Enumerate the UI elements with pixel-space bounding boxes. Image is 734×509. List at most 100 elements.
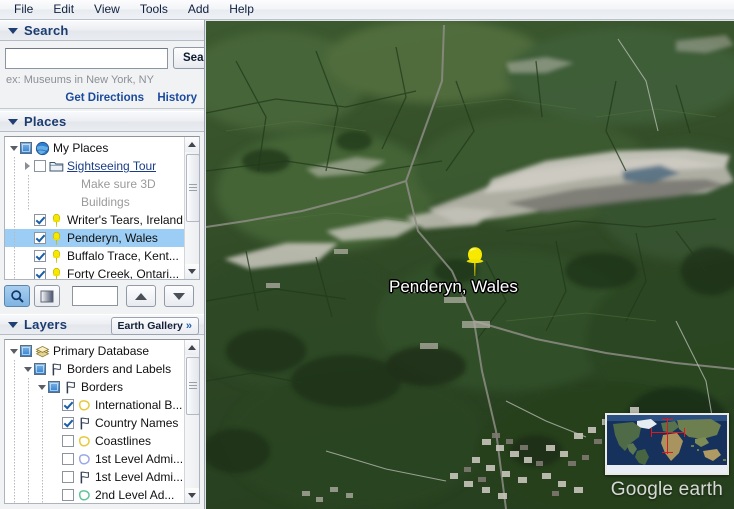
polygon-yellow-icon — [77, 398, 92, 413]
tree-connector-line — [14, 432, 15, 450]
layers-row[interactable]: Country Names — [5, 414, 184, 432]
move-down-button[interactable] — [164, 285, 194, 307]
tree-connector-line — [28, 450, 29, 468]
places-panel-header[interactable]: Places — [0, 111, 204, 132]
layer-checkbox[interactable] — [62, 435, 74, 447]
polygon-blue-icon — [77, 452, 92, 467]
layer-checkbox[interactable] — [62, 453, 74, 465]
polygon-blue-icon — [78, 453, 90, 465]
tree-connector-line — [28, 432, 29, 450]
collapse-triangle-icon[interactable] — [8, 118, 18, 125]
places-row[interactable]: Writer's Tears, Ireland — [5, 211, 184, 229]
expander-open-icon[interactable] — [9, 346, 20, 357]
crosshair-tick-left — [651, 428, 652, 437]
places-row[interactable]: Buffalo Trace, Kent... — [5, 247, 184, 265]
layer-checkbox[interactable] — [20, 345, 32, 357]
layer-checkbox[interactable] — [34, 363, 46, 375]
places-row[interactable]: Sightseeing Tour — [5, 157, 184, 175]
scroll-down-button[interactable] — [185, 264, 199, 279]
menu-item-file[interactable]: File — [5, 0, 42, 19]
layers-tree[interactable]: Primary Database Borders and Labels Border… — [5, 340, 184, 503]
expander-open-icon[interactable] — [37, 382, 48, 393]
earth-gallery-label: Earth Gallery — [117, 320, 183, 332]
layers-row[interactable]: International B... — [5, 396, 184, 414]
move-up-button[interactable] — [126, 285, 156, 307]
logo-text: Google earth — [610, 479, 723, 500]
tree-connector-line — [14, 360, 15, 378]
expander-closed-icon[interactable] — [23, 161, 34, 172]
layer-checkbox[interactable] — [20, 142, 32, 154]
layers-row[interactable]: Borders — [5, 378, 184, 396]
layer-checkbox[interactable] — [34, 214, 46, 226]
menu-item-tools[interactable]: Tools — [131, 0, 177, 19]
scroll-up-button[interactable] — [185, 137, 199, 152]
layers-panel-header[interactable]: Layers Earth Gallery » — [0, 314, 204, 335]
search-button[interactable]: Search — [173, 47, 204, 69]
tree-connector-line — [14, 396, 15, 414]
tree-connector-line — [14, 486, 15, 503]
get-directions-link[interactable]: Get Directions — [65, 92, 144, 104]
places-row[interactable]: My Places — [5, 139, 184, 157]
polygon-yellow-icon — [77, 434, 92, 449]
layer-checkbox[interactable] — [34, 160, 46, 172]
places-tree[interactable]: My Places Sightseeing Tour Make sure 3D Bui… — [5, 137, 184, 279]
places-row[interactable]: Make sure 3D — [5, 175, 184, 193]
earth-gallery-button[interactable]: Earth Gallery » — [110, 317, 199, 335]
layer-checkbox[interactable] — [34, 250, 46, 262]
collapse-triangle-icon[interactable] — [8, 27, 18, 34]
search-input[interactable] — [5, 47, 168, 69]
database-icon — [35, 344, 50, 359]
layer-checkbox[interactable] — [62, 471, 74, 483]
layers-scrollbar[interactable] — [184, 340, 199, 503]
overview-map[interactable] — [605, 413, 729, 475]
menu-item-view[interactable]: View — [85, 0, 129, 19]
places-scrollbar[interactable] — [184, 137, 199, 279]
menu-item-edit[interactable]: Edit — [44, 0, 83, 19]
yellow-pushpin-icon[interactable] — [462, 246, 488, 278]
tree-connector-line — [42, 450, 43, 468]
places-row[interactable]: Penderyn, Wales — [5, 229, 184, 247]
places-opacity-field[interactable] — [72, 286, 118, 306]
scrollbar-thumb[interactable] — [186, 357, 199, 415]
layers-row[interactable]: Borders and Labels — [5, 360, 184, 378]
collapse-triangle-icon[interactable] — [8, 321, 18, 328]
search-links: Get Directions History — [5, 90, 199, 104]
layer-checkbox[interactable] — [34, 268, 46, 279]
menu-item-add[interactable]: Add — [179, 0, 218, 19]
menu-item-help[interactable]: Help — [220, 0, 263, 19]
search-panel-header[interactable]: Search — [0, 20, 204, 41]
google-earth-logo: Google earth — [611, 479, 723, 501]
scroll-down-button[interactable] — [185, 488, 199, 503]
layers-row[interactable]: Coastlines — [5, 432, 184, 450]
places-item-label: My Places — [53, 141, 109, 155]
map-view[interactable]: Penderyn, Wales Google earth — [206, 21, 734, 509]
places-item-label: Buffalo Trace, Kent... — [67, 249, 179, 263]
layers-row[interactable]: 2nd Level Ad... — [5, 486, 184, 503]
scroll-up-button[interactable] — [185, 340, 199, 355]
expander-open-icon[interactable] — [9, 143, 20, 154]
layers-row[interactable]: 1st Level Admi... — [5, 450, 184, 468]
layer-checkbox[interactable] — [62, 399, 74, 411]
layer-checkbox[interactable] — [62, 417, 74, 429]
search-row: Search — [5, 47, 204, 69]
places-row[interactable]: Forty Creek, Ontari... — [5, 265, 184, 279]
places-opacity-button[interactable] — [34, 285, 60, 307]
places-search-toggle-button[interactable] — [4, 285, 30, 307]
layer-checkbox[interactable] — [34, 232, 46, 244]
scrollbar-thumb[interactable] — [186, 154, 199, 222]
globe-icon — [35, 141, 50, 155]
layer-checkbox[interactable] — [48, 381, 60, 393]
history-link[interactable]: History — [157, 92, 197, 104]
crosshair-horizontal — [651, 432, 685, 433]
layers-row[interactable]: Primary Database — [5, 342, 184, 360]
layers-row[interactable]: 1st Level Admi... — [5, 468, 184, 486]
layer-checkbox[interactable] — [62, 489, 74, 501]
layers-item-label: International B... — [95, 398, 183, 412]
places-row[interactable]: Buildings — [5, 193, 184, 211]
expander-open-icon[interactable] — [23, 364, 34, 375]
layers-item-label: Borders — [81, 380, 124, 394]
